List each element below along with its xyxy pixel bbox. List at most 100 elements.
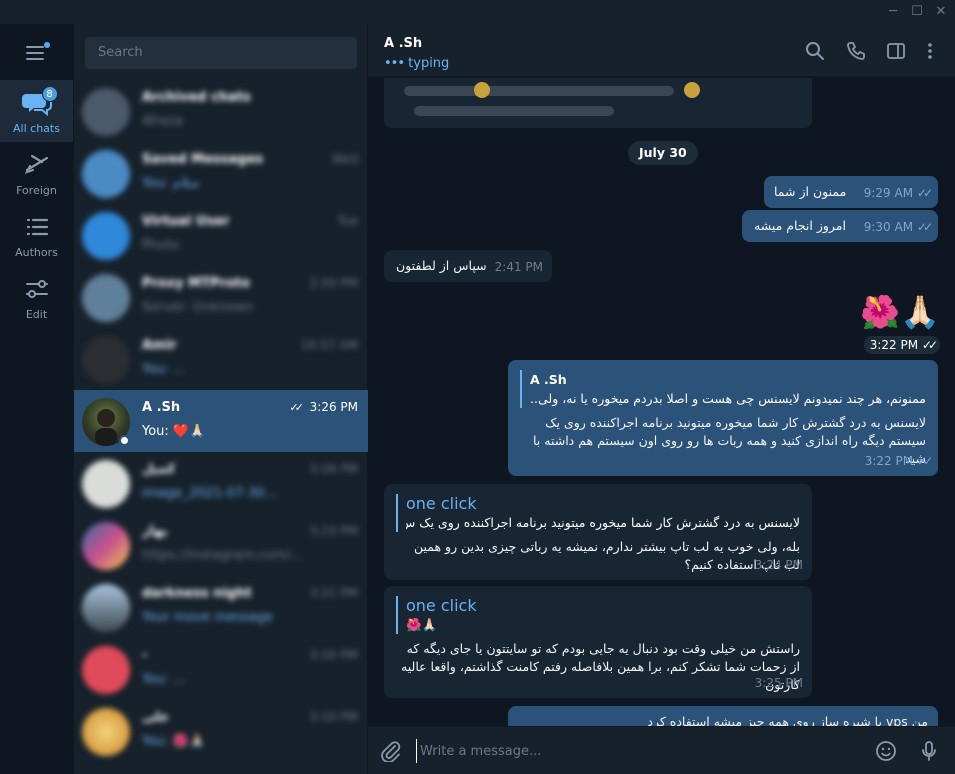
chat-row[interactable]: علی 3:10 PM You: 🌺🙏🏻 <box>74 700 368 762</box>
avatar <box>82 584 130 632</box>
reply-quote[interactable]: one click 🌺🙏🏻 <box>396 596 800 634</box>
chat-area: A .Sh ••• typing July 30 ممنون از شما 9:… <box>368 24 955 774</box>
chat-row-saved[interactable]: Saved Messages Wed You: سلام <box>74 142 368 204</box>
avatar <box>82 708 130 756</box>
chat-time: 3:26 PM <box>309 462 358 476</box>
emoji-message[interactable]: 🌺🙏🏻 3:22 PM ✓✓ <box>856 292 940 354</box>
chat-time: Wed <box>331 152 358 166</box>
date-pill: July 30 <box>628 141 698 165</box>
chat-preview: Afreza <box>142 114 183 129</box>
message-text: سپاس از لطفتون <box>396 258 487 273</box>
chat-time-text: 3:26 PM <box>309 400 358 414</box>
chat-name: Virtual User <box>142 214 230 229</box>
folder-label: Foreign <box>16 184 57 197</box>
attach-icon[interactable] <box>380 740 402 763</box>
emoji-icon[interactable] <box>875 740 897 762</box>
chat-time: 2:50 PM <box>309 276 358 290</box>
quote-author: one click <box>406 494 477 513</box>
message-time: 3:22 PM <box>869 338 919 352</box>
message-out[interactable]: من vps یا شیره ساز روی همه چیز میشه استف… <box>508 706 938 726</box>
chat-time: Tue <box>337 214 359 228</box>
message-text: راستش من خیلی وقت بود دنبال یه جایی بودم… <box>401 641 800 692</box>
quote-author: one click <box>406 596 477 615</box>
search-icon[interactable] <box>805 41 825 61</box>
double-check-icon: ✓✓ <box>916 454 933 468</box>
typing-label: typing <box>408 56 450 71</box>
message-out[interactable]: ممنون از شما 9:29 AM ✓✓ <box>764 176 938 208</box>
folder-rail: 8 All chats Foreign Authors Edit <box>0 24 73 774</box>
message-in[interactable]: سپاس از لطفتون 2:41 PM <box>384 250 552 282</box>
chat-row[interactable]: - 3:16 PM You: ... <box>74 638 368 700</box>
chat-name: بهار <box>142 524 168 539</box>
quote-author: A .Sh <box>530 372 567 387</box>
chat-row[interactable]: darkness night 3:21 PM Your move message <box>74 576 368 638</box>
chat-row[interactable]: بهار 3:23 PM https://instagram.com/... <box>74 514 368 576</box>
archive-avatar <box>82 88 130 136</box>
microphone-icon[interactable] <box>918 740 940 762</box>
reply-quote[interactable]: one click لایسنس به درد گشترش کار شما می… <box>396 494 800 532</box>
message-time: 3:24 PM <box>754 558 803 572</box>
folder-all-chats[interactable]: 8 All chats <box>0 80 73 142</box>
message-text: امروز انجام میشه <box>754 218 846 233</box>
close-button[interactable]: ✕ <box>933 4 949 20</box>
chat-row[interactable]: Proxy MTProto 2:50 PM Server: Unknown <box>74 266 368 328</box>
folder-edit[interactable]: Edit <box>0 266 73 328</box>
message-in-reply[interactable]: one click 🌺🙏🏻 راستش من خیلی وقت بود دنبا… <box>384 586 812 698</box>
quote-text: ممنونم، هر چند نمیدونم لایسنس چی هست و ا… <box>530 391 926 406</box>
message-text: ممنون از شما <box>774 184 847 199</box>
message-out-reply[interactable]: A .Sh ممنونم، هر چند نمیدونم لایسنس چی ه… <box>508 360 938 476</box>
chats-icon: 8 <box>21 86 58 118</box>
chat-preview: Server: Unknown <box>142 300 254 315</box>
chat-preview: https://instagram.com/... <box>142 548 304 563</box>
avatar <box>82 646 130 694</box>
folder-authors[interactable]: Authors <box>0 204 73 266</box>
unread-badge: 8 <box>41 86 58 102</box>
folder-foreign[interactable]: Foreign <box>0 142 73 204</box>
chat-row-archived[interactable]: Archived chats Afreza <box>74 80 368 142</box>
chat-preview: You: ... <box>142 672 186 687</box>
chat-name: Proxy MTProto <box>142 276 251 291</box>
double-check-icon: ✓✓ <box>921 338 938 352</box>
chat-row[interactable]: کمیل 3:26 PM image_2021-07-30... <box>74 452 368 514</box>
chat-time: 3:21 PM <box>309 586 358 600</box>
message-meta: 3:22 PM ✓✓ <box>865 452 933 471</box>
chat-row-active[interactable]: A .Sh ✓✓ 3:26 PM You: ❤️🙏🏻 <box>74 390 368 452</box>
phone-icon[interactable] <box>846 41 866 61</box>
message-in-reply[interactable]: one click لایسنس به درد گشترش کار شما می… <box>384 484 812 580</box>
plane-icon <box>22 150 52 180</box>
chat-name: - <box>142 648 148 663</box>
chat-name: کمیل <box>142 462 176 477</box>
minimize-button[interactable]: ─ <box>885 4 901 20</box>
chat-name: Saved Messages <box>142 152 264 167</box>
avatar <box>82 274 130 322</box>
message-time: 9:30 AM <box>863 220 914 234</box>
chat-preview: You: ❤️🙏🏻 <box>142 424 206 439</box>
double-check-icon: ✓✓ <box>289 401 304 414</box>
avatar <box>82 336 130 384</box>
chat-list-panel: Search Archived chats Afreza Saved Messa… <box>73 24 368 774</box>
menu-icon[interactable] <box>26 42 50 62</box>
avatar <box>82 212 130 260</box>
chat-time: 3:16 PM <box>309 648 358 662</box>
chat-preview: You: 🌺🙏🏻 <box>142 734 206 749</box>
chat-row[interactable]: Virtual User Tue Photo <box>74 204 368 266</box>
message-in-blurred <box>384 78 812 128</box>
reply-quote[interactable]: A .Sh ممنونم، هر چند نمیدونم لایسنس چی ه… <box>520 370 926 408</box>
quote-text: 🌺🙏🏻 <box>406 617 438 632</box>
chat-preview: You: ... <box>142 362 186 377</box>
message-time: 3:25 PM <box>754 676 803 690</box>
double-check-icon: ✓✓ <box>916 186 933 200</box>
sliders-icon <box>22 274 52 304</box>
maximize-button[interactable]: ☐ <box>909 4 925 20</box>
message-list[interactable]: July 30 ممنون از شما 9:29 AM ✓✓ امروز ان… <box>368 78 955 726</box>
peer-name[interactable]: A .Sh <box>384 36 422 51</box>
sidebar-toggle-icon[interactable] <box>886 41 906 61</box>
chat-header: A .Sh ••• typing <box>368 24 955 77</box>
message-out[interactable]: امروز انجام میشه 9:30 AM ✓✓ <box>742 210 938 242</box>
chat-row[interactable]: Amir 10:57 AM You: ... <box>74 328 368 390</box>
chat-name: علی <box>142 710 170 725</box>
chat-name: Archived chats <box>142 90 251 105</box>
more-icon[interactable] <box>920 41 940 61</box>
search-input[interactable]: Search <box>85 37 357 69</box>
message-input[interactable] <box>416 739 856 763</box>
